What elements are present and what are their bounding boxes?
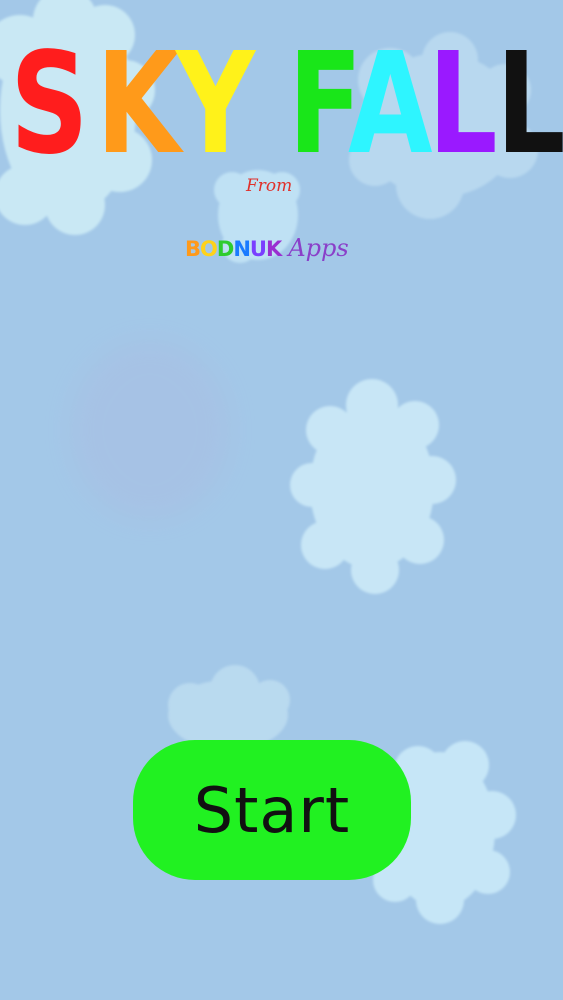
- game-title: S K Y F A L L: [0, 23, 563, 186]
- title-letter: L: [428, 23, 498, 186]
- developer-logo: BODNUK Apps: [185, 234, 349, 264]
- from-label: From: [246, 176, 293, 196]
- start-button[interactable]: Start: [133, 740, 411, 880]
- start-button-label: Start: [193, 773, 351, 847]
- developer-suffix: Apps: [288, 234, 349, 262]
- developer-name: BODNUK: [185, 237, 282, 261]
- title-letter: K: [96, 23, 181, 186]
- title-letter: L: [496, 23, 563, 186]
- title-letter: A: [348, 23, 433, 186]
- title-letter: Y: [176, 23, 256, 186]
- title-letter: S: [10, 23, 89, 186]
